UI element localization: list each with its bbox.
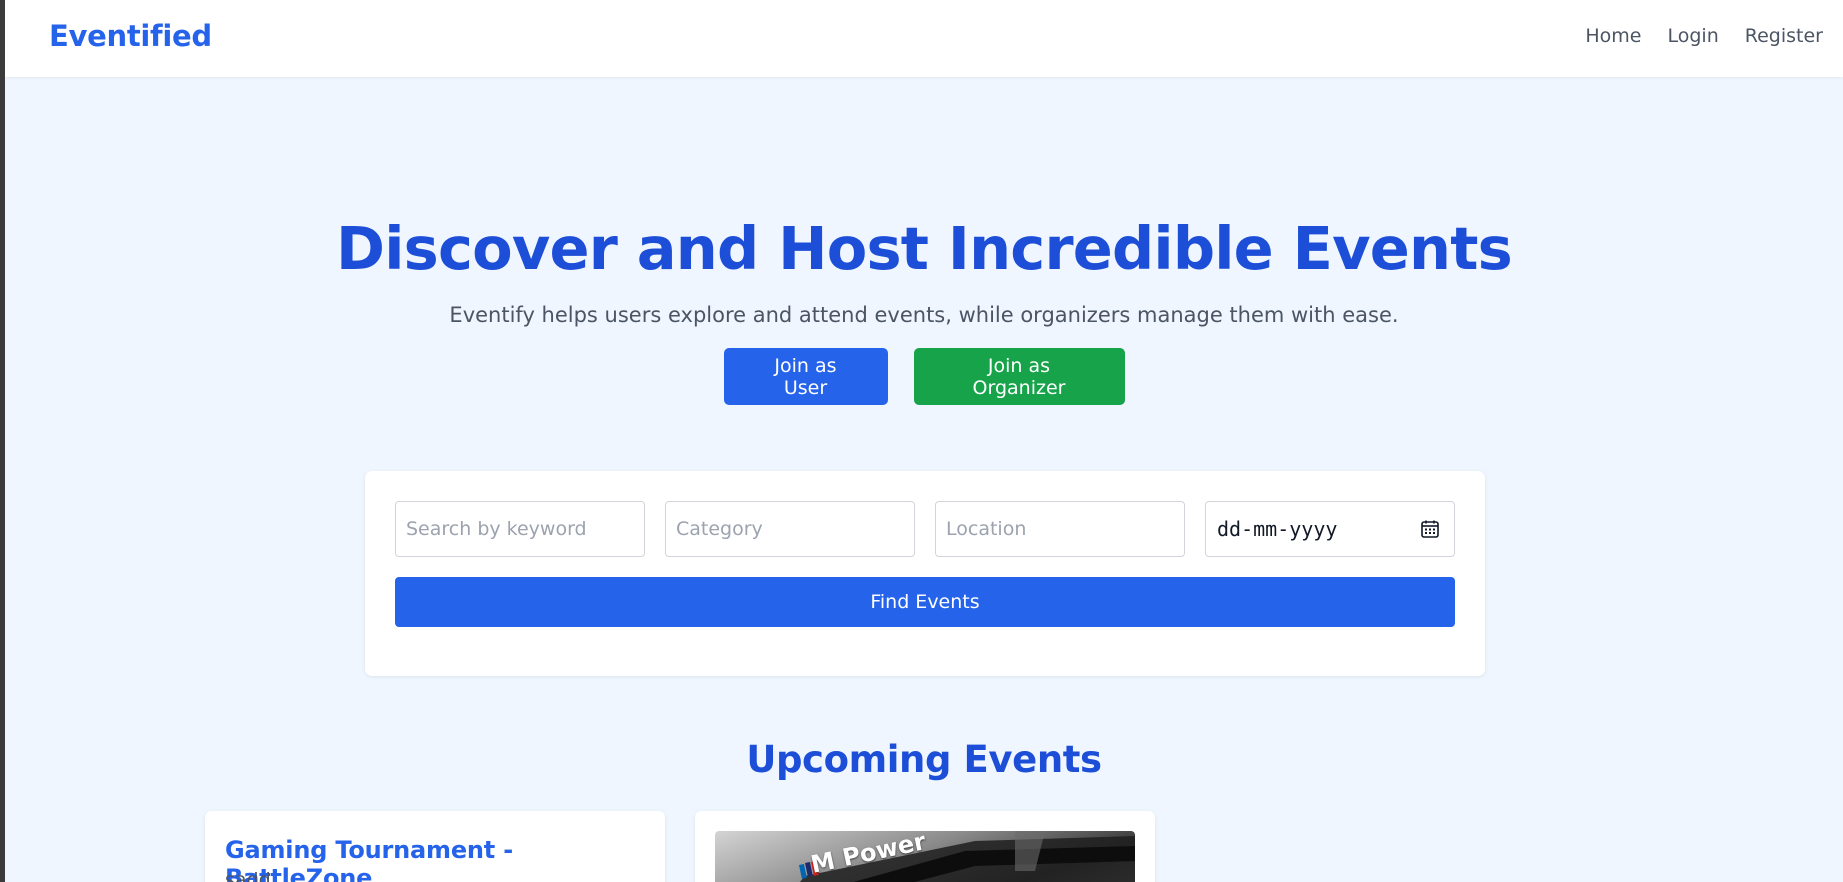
nav-link-home[interactable]: Home xyxy=(1585,25,1641,47)
event-card[interactable]: Gaming Tournament - BattleZone sadd xyxy=(205,811,665,882)
event-title[interactable]: Gaming Tournament - BattleZone xyxy=(225,836,665,882)
event-card[interactable]: M Power xyxy=(695,811,1155,882)
join-as-organizer-button[interactable]: Join as Organizer xyxy=(913,348,1125,405)
page: Eventified Home Login Register Discover … xyxy=(5,0,1843,882)
date-input[interactable]: dd-mm-yyyy xyxy=(1205,501,1455,557)
hero-title: Discover and Host Incredible Events xyxy=(336,214,1513,283)
nav-link-register[interactable]: Register xyxy=(1745,25,1823,47)
calendar-icon[interactable] xyxy=(1420,519,1440,539)
find-events-button[interactable]: Find Events xyxy=(395,577,1455,627)
hero-subtitle: Eventify helps users explore and attend … xyxy=(449,303,1399,327)
category-input[interactable] xyxy=(665,501,915,557)
brand-logo[interactable]: Eventified xyxy=(49,19,212,53)
search-card: dd-mm-yyyy Find Events xyxy=(365,471,1485,676)
keyword-search-input[interactable] xyxy=(395,501,645,557)
location-input[interactable] xyxy=(935,501,1185,557)
join-as-user-button[interactable]: Join as User xyxy=(723,348,888,405)
event-description: sadd xyxy=(225,869,271,882)
navbar: Eventified Home Login Register xyxy=(5,0,1843,77)
nav-links: Home Login Register xyxy=(1585,25,1823,47)
event-image[interactable]: M Power xyxy=(715,831,1135,882)
nav-link-login[interactable]: Login xyxy=(1668,25,1719,47)
date-input-placeholder: dd-mm-yyyy xyxy=(1217,517,1338,541)
hero-buttons: Join as User Join as Organizer xyxy=(5,348,1843,405)
upcoming-events-title: Upcoming Events xyxy=(746,738,1102,781)
